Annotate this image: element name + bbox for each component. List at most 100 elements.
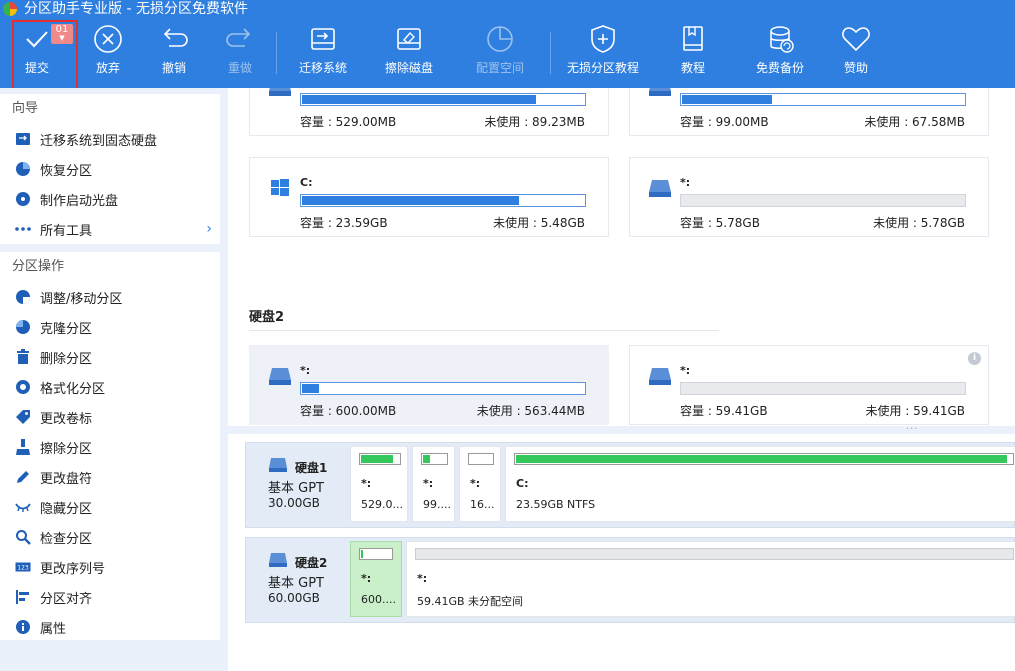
migrate-os-button[interactable]: 迁移系统 bbox=[297, 24, 349, 80]
sidebar-item-label: 分区对齐 bbox=[40, 591, 93, 607]
toolbar-divider bbox=[276, 32, 277, 74]
sidebar-item-hide-partition[interactable]: 隐藏分区 bbox=[0, 492, 220, 522]
sidebar-item-change-label[interactable]: 更改卷标 bbox=[0, 402, 220, 432]
submit-label: 提交 bbox=[24, 61, 49, 75]
redo-button[interactable]: 重做 bbox=[222, 24, 258, 80]
disk-row-1[interactable]: 硬盘1 基本 GPT 30.00GB *: 529.0... *: 99....… bbox=[245, 442, 1015, 528]
info-icon bbox=[14, 618, 32, 636]
partition-letter: *: bbox=[417, 572, 428, 585]
usage-bar bbox=[680, 93, 966, 106]
sidebar-item-label: 调整/移动分区 bbox=[40, 291, 123, 307]
disk-map-view: 硬盘1 基本 GPT 30.00GB *: 529.0... *: 99....… bbox=[228, 434, 1015, 671]
undo-icon bbox=[159, 24, 189, 54]
partition-size: 59.41GB 未分配空间 bbox=[417, 595, 524, 608]
capacity-text: 容量 : 600.00MB bbox=[300, 404, 397, 418]
submit-button[interactable]: 提交 bbox=[19, 24, 55, 80]
migrate-os-label: 迁移系统 bbox=[298, 61, 347, 75]
checkmark-icon bbox=[22, 24, 52, 54]
capacity-text: 容量 : 529.00MB bbox=[300, 115, 397, 129]
sidebar-item-boot-disc[interactable]: 制作启动光盘 bbox=[0, 184, 220, 214]
undo-button[interactable]: 撤销 bbox=[156, 24, 192, 80]
heart-icon bbox=[841, 24, 871, 54]
sidebar-item-migrate-ssd[interactable]: 迁移系统到固态硬盘 bbox=[0, 124, 220, 154]
sidebar-item-change-serial[interactable]: 123 更改序列号 bbox=[0, 552, 220, 582]
free-text: 未使用 : 5.78GB bbox=[873, 216, 965, 230]
partition-card[interactable]: 容量 : 529.00MB 未使用 : 89.23MB bbox=[249, 88, 609, 136]
sidebar-item-align-partition[interactable]: 分区对齐 bbox=[0, 582, 220, 612]
pencil-icon bbox=[14, 468, 32, 486]
usage-bar bbox=[300, 93, 586, 106]
partition-letter: *: bbox=[470, 477, 481, 490]
free-backup-button[interactable]: 免费备份 bbox=[754, 24, 806, 80]
partition-block[interactable]: *: 16... bbox=[459, 446, 501, 522]
disk-size: 60.00GB bbox=[268, 591, 320, 605]
partition-card-selected[interactable]: *: 容量 : 600.00MB 未使用 : 563.44MB bbox=[249, 345, 609, 425]
discard-label: 放弃 bbox=[95, 61, 120, 75]
sidebar-item-clone-partition[interactable]: 克隆分区 bbox=[0, 312, 220, 342]
lossless-tutorial-label: 无损分区教程 bbox=[566, 61, 639, 75]
free-backup-label: 免费备份 bbox=[755, 61, 804, 75]
sidebar-item-resize-move[interactable]: 调整/移动分区 bbox=[0, 282, 220, 312]
wizard-panel: 向导 迁移系统到固态硬盘 恢复分区 制作启动光盘 所有工具 › bbox=[0, 94, 220, 244]
sidebar-item-recover-partition[interactable]: 恢复分区 bbox=[0, 154, 220, 184]
splitter-handle[interactable]: ··· bbox=[228, 424, 1015, 435]
pie-icon bbox=[14, 160, 32, 178]
partition-card[interactable]: 容量 : 99.00MB 未使用 : 67.58MB bbox=[629, 88, 989, 136]
capacity-text: 容量 : 5.78GB bbox=[680, 216, 760, 230]
divider bbox=[249, 330, 719, 331]
tutorial-button[interactable]: 教程 bbox=[677, 24, 709, 80]
sidebar-item-wipe-partition[interactable]: 擦除分区 bbox=[0, 432, 220, 462]
tutorial-label: 教程 bbox=[680, 61, 705, 75]
sidebar-item-label: 制作启动光盘 bbox=[40, 193, 119, 209]
sidebar-item-label: 擦除分区 bbox=[40, 441, 93, 457]
sidebar-item-change-drive-letter[interactable]: 更改盘符 bbox=[0, 462, 220, 492]
partition-card-c[interactable]: C: 容量 : 23.59GB 未使用 : 5.48GB bbox=[249, 157, 609, 237]
sidebar-item-label: 恢复分区 bbox=[40, 163, 93, 179]
windows-icon bbox=[271, 179, 289, 196]
disk-info: 硬盘1 基本 GPT 30.00GB bbox=[246, 443, 348, 527]
allocate-space-button[interactable]: 配置空间 bbox=[474, 24, 526, 80]
partition-block-unallocated[interactable]: *: 59.41GB 未分配空间 bbox=[406, 541, 1015, 617]
sidebar-item-label: 所有工具 bbox=[40, 223, 93, 239]
wipe-disk-label: 擦除磁盘 bbox=[384, 61, 433, 75]
usage-bar bbox=[468, 453, 494, 465]
disk-row-2[interactable]: 硬盘2 基本 GPT 60.00GB *: 600.... *: 59.41GB… bbox=[245, 537, 1015, 623]
sidebar-item-properties[interactable]: 属性 bbox=[0, 612, 220, 642]
sidebar-item-all-tools[interactable]: 所有工具 › bbox=[0, 214, 220, 244]
discard-button[interactable]: 放弃 bbox=[90, 24, 126, 80]
sidebar-item-check-partition[interactable]: 检查分区 bbox=[0, 522, 220, 552]
sidebar-item-label: 更改盘符 bbox=[40, 471, 93, 487]
partition-letter: *: bbox=[361, 572, 372, 585]
free-text: 未使用 : 5.48GB bbox=[493, 216, 585, 230]
badge-arrow-icon: ▼ bbox=[59, 34, 65, 42]
sidebar-item-delete-partition[interactable]: 删除分区 bbox=[0, 342, 220, 372]
info-icon[interactable]: i bbox=[968, 352, 981, 365]
sidebar-item-label: 更改序列号 bbox=[40, 561, 106, 577]
disk2-heading: 硬盘2 bbox=[249, 310, 285, 325]
donate-button[interactable]: 赞助 bbox=[840, 24, 872, 80]
disk-info: 硬盘2 基本 GPT 60.00GB bbox=[246, 538, 348, 622]
lossless-tutorial-button[interactable]: 无损分区教程 bbox=[565, 24, 641, 80]
wipe-disk-icon bbox=[394, 24, 424, 54]
partition-block-selected[interactable]: *: 600.... bbox=[350, 541, 402, 617]
app-title: 分区助手专业版 - 无损分区免费软件 bbox=[24, 1, 248, 17]
partition-size: 600.... bbox=[361, 593, 396, 606]
partition-block[interactable]: *: 529.0... bbox=[350, 446, 408, 522]
partition-block-c[interactable]: C: 23.59GB NTFS bbox=[505, 446, 1015, 522]
chevron-right-icon: › bbox=[206, 221, 212, 237]
usage-fill bbox=[361, 455, 393, 463]
partition-block[interactable]: *: 99.... bbox=[412, 446, 455, 522]
partition-letter: C: bbox=[516, 477, 529, 490]
partition-card-unallocated[interactable]: *: 容量 : 59.41GB 未使用 : 59.41GB bbox=[629, 345, 989, 425]
disk-icon bbox=[269, 88, 291, 96]
migrate-disk-icon bbox=[308, 24, 338, 54]
disk-icon bbox=[649, 368, 671, 385]
sidebar-item-format-partition[interactable]: 格式化分区 bbox=[0, 372, 220, 402]
shield-icon bbox=[588, 24, 618, 54]
partition-size: 529.0... bbox=[361, 498, 403, 511]
partition-card[interactable]: *: 容量 : 5.78GB 未使用 : 5.78GB bbox=[629, 157, 989, 237]
wipe-disk-button[interactable]: 擦除磁盘 bbox=[383, 24, 435, 80]
more-icon bbox=[14, 220, 32, 238]
disk-icon bbox=[269, 458, 287, 472]
redo-label: 重做 bbox=[227, 61, 252, 75]
